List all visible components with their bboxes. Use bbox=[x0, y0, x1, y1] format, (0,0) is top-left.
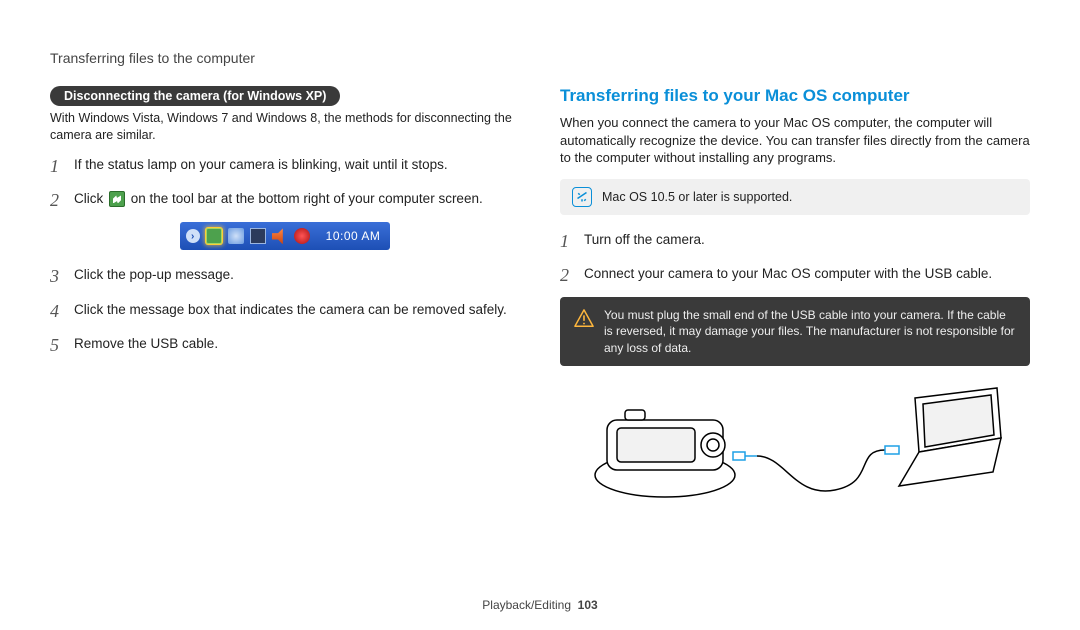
step-number: 5 bbox=[50, 333, 64, 357]
step-number: 3 bbox=[50, 264, 64, 288]
camera-laptop-diagram-icon bbox=[585, 380, 1005, 510]
footer-section: Playback/Editing bbox=[482, 598, 571, 612]
right-column: Transferring files to your Mac OS comput… bbox=[560, 86, 1030, 510]
connection-illustration bbox=[560, 380, 1030, 510]
step-text: Click the message box that indicates the… bbox=[74, 299, 507, 319]
safely-remove-hardware-tray-icon bbox=[206, 228, 222, 244]
subsection-pill: Disconnecting the camera (for Windows XP… bbox=[50, 86, 340, 106]
info-callout: Mac OS 10.5 or later is supported. bbox=[560, 179, 1030, 215]
footer-page-number: 103 bbox=[578, 598, 598, 612]
volume-tray-icon bbox=[272, 228, 288, 244]
right-steps: 1 Turn off the camera. 2 Connect your ca… bbox=[560, 229, 1030, 288]
step-item: 1 Turn off the camera. bbox=[560, 229, 1030, 253]
content-columns: Disconnecting the camera (for Windows XP… bbox=[50, 86, 1030, 510]
section-title: Transferring files to your Mac OS comput… bbox=[560, 86, 1030, 106]
windows-taskbar: › 10:00 AM bbox=[180, 222, 391, 250]
step-text: If the status lamp on your camera is bli… bbox=[74, 154, 448, 174]
info-text: Mac OS 10.5 or later is supported. bbox=[602, 190, 792, 204]
step-text: Connect your camera to your Mac OS compu… bbox=[584, 263, 992, 283]
warning-text: You must plug the small end of the USB c… bbox=[604, 307, 1016, 356]
safely-remove-hardware-icon bbox=[109, 191, 125, 207]
compat-note: With Windows Vista, Windows 7 and Window… bbox=[50, 110, 520, 144]
step-item: 2 Click on the tool bar at the bottom ri… bbox=[50, 188, 520, 212]
info-icon bbox=[572, 187, 592, 207]
step-number: 1 bbox=[50, 154, 64, 178]
step-text-post: on the tool bar at the bottom right of y… bbox=[131, 191, 483, 206]
warning-icon bbox=[574, 309, 594, 327]
step-number: 1 bbox=[560, 229, 574, 253]
tray-expand-icon: › bbox=[186, 229, 200, 243]
step-number: 4 bbox=[50, 299, 64, 323]
step-item: 4 Click the message box that indicates t… bbox=[50, 299, 520, 323]
step-text: Remove the USB cable. bbox=[74, 333, 218, 353]
warning-callout: You must plug the small end of the USB c… bbox=[560, 297, 1030, 366]
display-tray-icon bbox=[250, 228, 266, 244]
page-header: Transferring files to the computer bbox=[50, 50, 1030, 66]
step-item: 2 Connect your camera to your Mac OS com… bbox=[560, 263, 1030, 287]
step-number: 2 bbox=[560, 263, 574, 287]
step-number: 2 bbox=[50, 188, 64, 212]
page-footer: Playback/Editing 103 bbox=[0, 598, 1080, 612]
network-tray-icon bbox=[228, 228, 244, 244]
step-item: 5 Remove the USB cable. bbox=[50, 333, 520, 357]
intro-paragraph: When you connect the camera to your Mac … bbox=[560, 114, 1030, 167]
step-text: Click on the tool bar at the bottom righ… bbox=[74, 188, 483, 208]
left-steps-continued: 3 Click the pop-up message. 4 Click the … bbox=[50, 264, 520, 357]
taskbar-clock: 10:00 AM bbox=[326, 229, 381, 243]
step-item: 3 Click the pop-up message. bbox=[50, 264, 520, 288]
status-tray-icon bbox=[294, 228, 310, 244]
step-text: Turn off the camera. bbox=[584, 229, 705, 249]
step-item: 1 If the status lamp on your camera is b… bbox=[50, 154, 520, 178]
left-steps: 1 If the status lamp on your camera is b… bbox=[50, 154, 520, 213]
step-text: Click the pop-up message. bbox=[74, 264, 234, 284]
step-text-pre: Click bbox=[74, 191, 107, 206]
taskbar-example: › 10:00 AM bbox=[50, 222, 520, 250]
left-column: Disconnecting the camera (for Windows XP… bbox=[50, 86, 520, 510]
